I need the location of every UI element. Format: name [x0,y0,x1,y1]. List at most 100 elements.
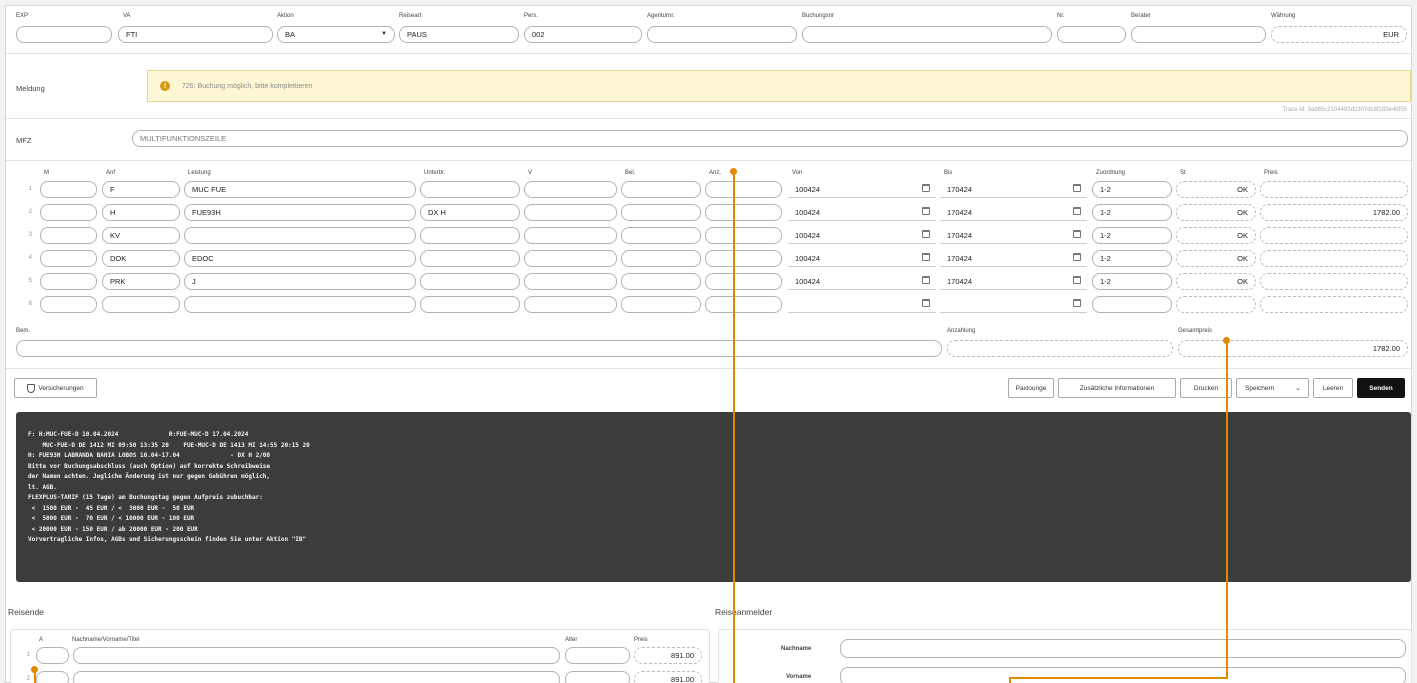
grid-cell-bel[interactable] [621,273,701,290]
grid-cell-von[interactable]: 100424 [788,181,936,198]
grid-cell-anz[interactable] [705,273,782,290]
nachname-field[interactable] [840,639,1406,658]
calendar-icon[interactable] [922,299,930,307]
grid-cell-m[interactable] [40,250,97,267]
grid-cell-bel[interactable] [621,227,701,244]
grid-cell-bis[interactable]: 170424 [940,181,1087,198]
grid-cell-anf[interactable]: KV [102,227,180,244]
grid-cell-von[interactable]: 100424 [788,250,936,267]
grid-cell-v[interactable] [524,296,617,313]
grid-cell-bel[interactable] [621,181,701,198]
grid-cell-anz[interactable] [705,250,782,267]
grid-cell-bel[interactable] [621,250,701,267]
mfz-input[interactable]: MULTIFUNKTIONSZEILE [132,130,1408,147]
reiseart-field[interactable]: PAUS [399,26,519,43]
grid-cell-m[interactable] [40,273,97,290]
grid-cell-bis[interactable]: 170424 [940,227,1087,244]
grid-cell-v[interactable] [524,273,617,290]
grid-cell-st[interactable] [1176,296,1256,313]
grid-cell-bel[interactable] [621,204,701,221]
grid-cell-preis[interactable] [1260,296,1408,313]
calendar-icon[interactable] [1073,276,1081,284]
pers-field[interactable]: 002 [524,26,642,43]
calendar-icon[interactable] [1073,184,1081,192]
grid-cell-anf[interactable]: DOK [102,250,180,267]
reisende-a-field[interactable] [36,671,69,683]
grid-cell-preis[interactable] [1260,250,1408,267]
grid-cell-bis[interactable] [940,296,1087,313]
grid-cell-bis[interactable]: 170424 [940,273,1087,290]
grid-cell-bel[interactable] [621,296,701,313]
grid-cell-unterbr[interactable] [420,296,520,313]
bem-field[interactable] [16,340,942,357]
grid-cell-v[interactable] [524,250,617,267]
va-field[interactable]: FTI [118,26,273,43]
grid-cell-anf[interactable] [102,296,180,313]
calendar-icon[interactable] [1073,253,1081,261]
grid-cell-preis[interactable] [1260,181,1408,198]
grid-cell-anz[interactable] [705,181,782,198]
grid-cell-von[interactable]: 100424 [788,204,936,221]
reisende-name-field[interactable] [73,671,560,683]
calendar-icon[interactable] [922,276,930,284]
buchungsnr-field[interactable] [802,26,1052,43]
speichern-button[interactable]: Speichern ⌄ [1236,378,1309,398]
senden-button[interactable]: Senden [1357,378,1405,398]
grid-cell-anf[interactable]: F [102,181,180,198]
grid-cell-v[interactable] [524,204,617,221]
grid-cell-unterbr[interactable] [420,181,520,198]
aktion-select[interactable]: BA ▼ [277,26,395,43]
anzahlung-field[interactable] [947,340,1173,357]
grid-cell-m[interactable] [40,296,97,313]
versicherungen-button[interactable]: Versicherungen [14,378,97,398]
calendar-icon[interactable] [1073,230,1081,238]
grid-cell-zuordnung[interactable]: 1-2 [1092,181,1172,198]
grid-cell-anz[interactable] [705,204,782,221]
grid-cell-zuordnung[interactable] [1092,296,1172,313]
grid-cell-st[interactable]: OK [1176,227,1256,244]
reisende-alter-field[interactable] [565,647,630,664]
grid-cell-st[interactable]: OK [1176,181,1256,198]
grid-cell-preis[interactable] [1260,273,1408,290]
reisende-a-field[interactable] [36,647,69,664]
vorname-field[interactable] [840,667,1406,683]
agenturnr-field[interactable] [647,26,797,43]
grid-cell-preis[interactable]: 1782.00 [1260,204,1408,221]
grid-cell-unterbr[interactable]: DX H [420,204,520,221]
grid-cell-m[interactable] [40,204,97,221]
grid-cell-unterbr[interactable] [420,273,520,290]
grid-cell-zuordnung[interactable]: 1-2 [1092,204,1172,221]
calendar-icon[interactable] [922,184,930,192]
waehrung-field[interactable]: EUR [1271,26,1407,43]
grid-cell-zuordnung[interactable]: 1-2 [1092,250,1172,267]
grid-cell-unterbr[interactable] [420,250,520,267]
grid-cell-leistung[interactable] [184,296,416,313]
reisende-preis-field[interactable]: 891.00 [634,647,702,664]
grid-cell-m[interactable] [40,181,97,198]
calendar-icon[interactable] [1073,299,1081,307]
grid-cell-anz[interactable] [705,227,782,244]
calendar-icon[interactable] [922,253,930,261]
nr-field[interactable] [1057,26,1126,43]
grid-cell-leistung[interactable]: J [184,273,416,290]
grid-cell-von[interactable]: 100424 [788,227,936,244]
grid-cell-leistung[interactable]: EDOC [184,250,416,267]
reisende-name-field[interactable] [73,647,560,664]
zusatz-info-button[interactable]: Zusätzliche Informationen [1058,378,1176,398]
gesamtpreis-field[interactable]: 1782.00 [1178,340,1408,357]
grid-cell-bis[interactable]: 170424 [940,204,1087,221]
grid-cell-von[interactable]: 100424 [788,273,936,290]
grid-cell-anf[interactable]: H [102,204,180,221]
grid-cell-leistung[interactable] [184,227,416,244]
grid-cell-m[interactable] [40,227,97,244]
grid-cell-bis[interactable]: 170424 [940,250,1087,267]
grid-cell-leistung[interactable]: MUC FUE [184,181,416,198]
paxlounge-button[interactable]: Paxlounge [1008,378,1054,398]
calendar-icon[interactable] [922,230,930,238]
reisende-preis-field[interactable]: 891.00 [634,671,702,683]
grid-cell-zuordnung[interactable]: 1-2 [1092,273,1172,290]
grid-cell-anz[interactable] [705,296,782,313]
grid-cell-zuordnung[interactable]: 1-2 [1092,227,1172,244]
reisende-alter-field[interactable] [565,671,630,683]
grid-cell-st[interactable]: OK [1176,250,1256,267]
